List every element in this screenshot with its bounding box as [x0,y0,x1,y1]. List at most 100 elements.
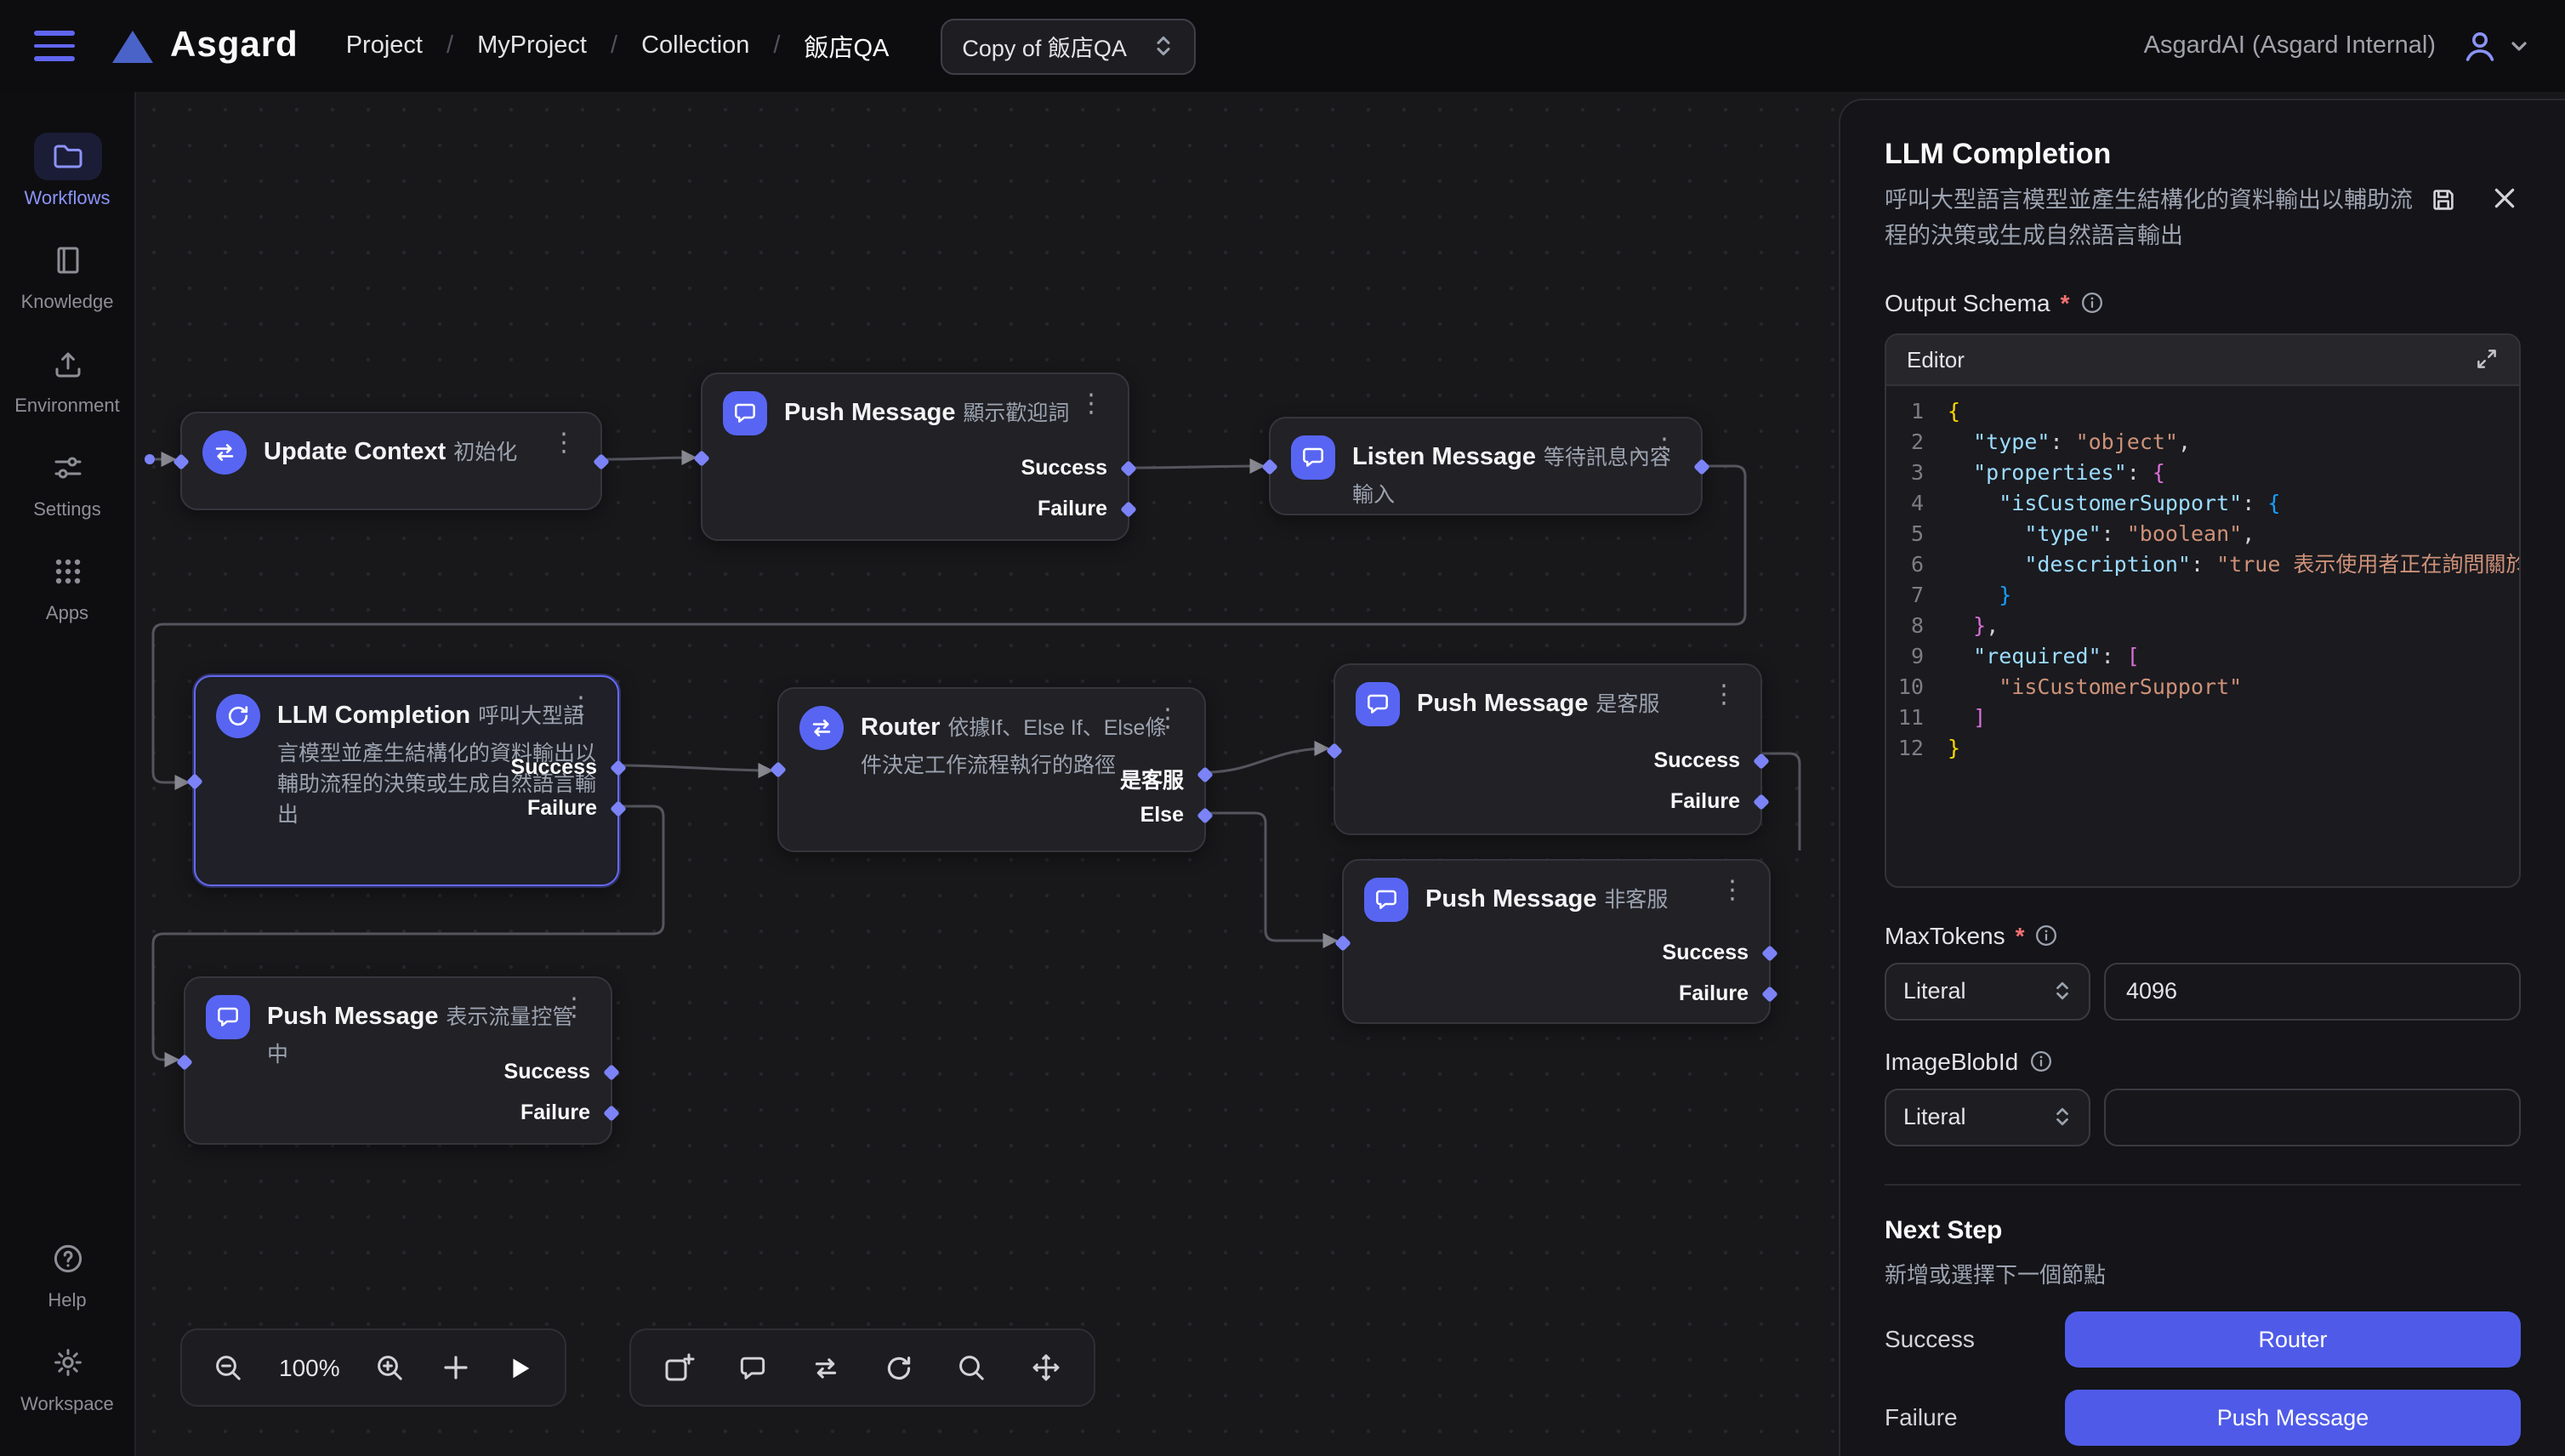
image-blob-label: ImageBlobId [1885,1048,2018,1075]
node-menu-button[interactable]: ⋮ [1072,388,1111,420]
info-icon[interactable] [2028,1049,2052,1073]
node-menu-button[interactable]: ⋮ [1713,874,1752,907]
sidebar-item-environment[interactable]: Environment [0,340,134,417]
node-menu-button[interactable]: ⋮ [555,992,594,1024]
output-label-success: Success [1654,748,1740,772]
breadcrumb-current[interactable]: 飯店QA [804,28,889,64]
sidebar-label: Environment [14,396,120,417]
sidebar-label: Apps [46,604,88,624]
message-icon [723,391,767,435]
output-schema-label-row: Output Schema * [1885,289,2521,316]
menu-icon[interactable] [34,31,75,61]
chevron-up-down-icon [2053,1106,2072,1129]
message-icon [1364,878,1408,922]
node-push-message-non-cs[interactable]: Push Message 非客服 ⋮ Success Failure [1342,859,1771,1024]
schema-editor[interactable]: Editor 1{2 "type": "object",3 "propertie… [1885,333,2521,888]
router-arrows-icon [799,706,844,750]
code-lines[interactable]: 1{2 "type": "object",3 "properties": {4 … [1886,386,2519,764]
transform-node-icon[interactable] [810,1351,842,1384]
close-icon[interactable] [2492,185,2517,214]
zoom-out-icon[interactable] [213,1351,245,1384]
node-title: Listen Message [1352,444,1536,471]
select-value: Literal [1903,979,1966,1004]
node-menu-button[interactable]: ⋮ [561,691,600,723]
llm-refresh-icon [216,694,260,738]
output-schema-label: Output Schema [1885,289,2050,316]
max-tokens-input[interactable] [2104,963,2521,1021]
sidebar-item-knowledge[interactable]: Knowledge [0,236,134,313]
node-subtitle: 顯示歡迎詞 [963,401,1069,425]
node-menu-button[interactable]: ⋮ [544,427,583,459]
next-step-success-button[interactable]: Router [2065,1311,2521,1368]
image-blob-input[interactable] [2104,1089,2521,1146]
add-node-icon[interactable] [662,1351,696,1385]
next-step-failure-button[interactable]: Push Message [2065,1390,2521,1446]
output-label-failure: Failure [520,1101,590,1124]
chevron-up-down-icon [1154,34,1174,58]
next-step-success-label: Success [1885,1326,1975,1353]
image-blob-mode-select[interactable]: Literal [1885,1089,2090,1146]
pan-icon[interactable] [1029,1351,1063,1385]
expand-icon[interactable] [2475,348,2499,372]
node-menu-button[interactable]: ⋮ [1645,432,1684,464]
run-button[interactable] [505,1353,534,1382]
panel-title: LLM Completion [1885,138,2521,172]
app-root: Asgard Project / MyProject / Collection … [0,0,2565,1456]
node-listen-message[interactable]: Listen Message 等待訊息內容輸入 ⋮ [1269,417,1703,515]
account-chevron-down-icon[interactable] [2507,34,2531,58]
loop-node-icon[interactable] [883,1351,915,1384]
sidebar-item-apps[interactable]: Apps [0,548,134,624]
message-node-icon[interactable] [737,1351,769,1384]
workflow-version-selector[interactable]: Copy of 飯店QA [940,18,1197,74]
required-asterisk: * [2016,922,2025,949]
next-step-failure-row: Failure Push Message [1885,1390,2521,1446]
node-llm-completion[interactable]: LLM Completion 呼叫大型語言模型並產生結構化的資料輸出以輔助流程的… [194,675,619,886]
breadcrumb-collection[interactable]: Collection [641,32,749,60]
brand-name: Asgard [170,26,299,66]
output-label-success: Success [1021,456,1107,480]
required-asterisk: * [2061,289,2070,316]
save-icon[interactable] [2429,185,2458,214]
node-title: Router [861,714,940,742]
editor-header: Editor [1886,335,2519,386]
next-step-title: Next Step [1885,1216,2521,1245]
output-label-success: Success [511,755,597,779]
zoom-in-icon[interactable] [374,1351,407,1384]
node-subtitle: 非客服 [1604,888,1668,912]
panel-divider [1885,1184,2521,1186]
swap-arrows-icon [202,430,247,475]
message-icon [1356,682,1400,726]
search-icon[interactable] [956,1351,988,1384]
node-update-context[interactable]: Update Context 初始化 ⋮ [180,412,602,510]
add-button[interactable] [441,1352,471,1383]
node-push-message-throttle[interactable]: Push Message 表示流量控管中 ⋮ Success Failure [184,976,612,1145]
node-subtitle: 初始化 [453,441,517,464]
message-icon [1291,435,1335,480]
user-avatar-icon[interactable] [2460,26,2500,66]
node-title: Push Message [1425,886,1597,913]
node-menu-button[interactable]: ⋮ [1704,679,1743,711]
node-push-message-welcome[interactable]: Push Message 顯示歡迎詞 ⋮ Success Failure [701,373,1129,541]
sidebar-label: Help [48,1291,86,1311]
node-push-message-cs[interactable]: Push Message 是客服 ⋮ Success Failure [1334,663,1762,835]
breadcrumb-myproject[interactable]: MyProject [477,32,587,60]
left-nav: Workflows Knowledge Environment Settings… [0,92,136,1456]
book-icon [33,236,101,284]
node-router[interactable]: Router 依據If、Else If、Else條件決定工作流程執行的路徑 ⋮ … [777,687,1206,852]
node-menu-button[interactable]: ⋮ [1148,702,1187,735]
output-label-success: Success [1663,941,1749,964]
breadcrumb-project[interactable]: Project [346,32,423,60]
sidebar-item-help[interactable]: Help [0,1235,134,1311]
image-blob-label-row: ImageBlobId [1885,1048,2521,1075]
chevron-up-down-icon [2053,981,2072,1003]
info-icon[interactable] [2035,924,2059,947]
max-tokens-mode-select[interactable]: Literal [1885,963,2090,1021]
node-title: LLM Completion [277,702,470,730]
apps-grid-icon [33,548,101,595]
sidebar-item-workflows[interactable]: Workflows [0,133,134,209]
node-title: Push Message [784,400,956,427]
info-icon[interactable] [2079,291,2103,315]
output-label-failure: Failure [1038,497,1107,520]
sidebar-item-settings[interactable]: Settings [0,444,134,520]
sidebar-item-workspace[interactable]: Workspace [0,1339,134,1415]
